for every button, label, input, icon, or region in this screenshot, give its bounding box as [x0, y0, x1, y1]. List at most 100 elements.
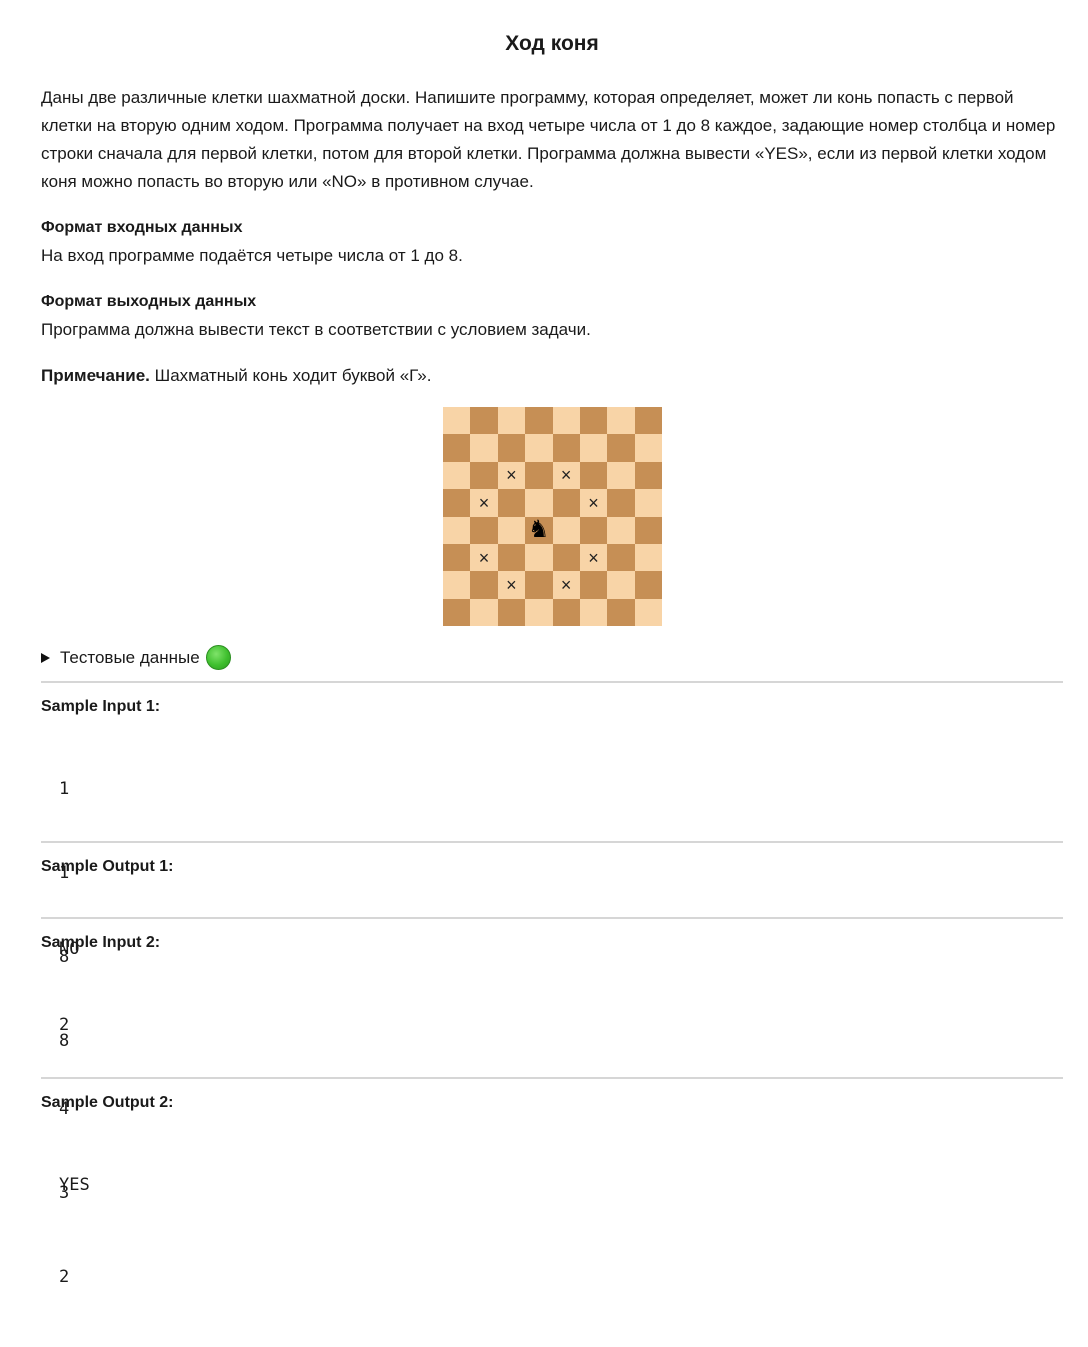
- board-square: [552, 489, 580, 517]
- sample-block: YES: [59, 1115, 100, 1255]
- board-square: [443, 434, 471, 462]
- board-square: [634, 407, 662, 435]
- board-square: [470, 461, 498, 490]
- sample-line: 2: [59, 1015, 70, 1035]
- green-circle-icon: [205, 645, 231, 670]
- cross-icon: ×: [478, 492, 490, 513]
- board-square: [443, 571, 471, 599]
- test-data-label: Тестовые данные: [60, 647, 200, 667]
- board-square: [634, 516, 662, 544]
- test-data-toggle[interactable]: Тестовые данные: [41, 645, 231, 670]
- board-square: [607, 571, 635, 599]
- chess-board: × × × × ♞ × × × ×: [443, 407, 662, 626]
- note: Примечание. Шахматный конь ходит буквой …: [41, 364, 431, 388]
- sample-title: Sample Input 2:: [41, 934, 161, 951]
- board-square: [552, 434, 580, 462]
- board-square: [470, 407, 498, 435]
- board-square: [552, 407, 580, 435]
- board-square: ×: [470, 489, 498, 517]
- board-square: ×: [470, 543, 498, 572]
- board-square: [634, 598, 662, 626]
- board-square: [634, 434, 662, 462]
- board-square: [634, 489, 662, 517]
- board-square: [497, 434, 526, 462]
- board-square: [525, 489, 553, 517]
- cross-icon: ×: [506, 465, 517, 486]
- sample-line: 2: [59, 1267, 70, 1287]
- input-format-text: На вход программе подаётся четыре числа …: [41, 246, 463, 265]
- board-square: [497, 516, 526, 544]
- board-square: [579, 516, 608, 544]
- board-square: [552, 543, 580, 572]
- board-square: ×: [552, 571, 580, 599]
- board-square: [443, 407, 471, 435]
- board-square: [525, 461, 553, 490]
- board-square: [497, 489, 526, 517]
- board-square: [579, 434, 608, 462]
- board-square: [470, 434, 498, 462]
- sample-title: Sample Input 1:: [41, 698, 161, 715]
- board-square: ♞: [525, 516, 553, 544]
- board-square: ×: [579, 543, 608, 572]
- board-square: [579, 407, 608, 435]
- board-square: [443, 461, 471, 490]
- board-square: [443, 598, 471, 626]
- cross-icon: ×: [560, 465, 572, 486]
- board-square: [607, 598, 635, 626]
- board-square: [497, 543, 526, 572]
- problem-statement: Даны две различные клетки шахматной доск…: [41, 88, 1056, 191]
- board-square: [607, 489, 635, 517]
- board-square: ×: [579, 489, 608, 517]
- board-square: [607, 434, 635, 462]
- board-square: [443, 543, 471, 572]
- sample-line: 1: [59, 779, 70, 799]
- board-square: [470, 598, 498, 626]
- board-square: [579, 571, 608, 599]
- input-format-title: Формат входных данных: [41, 219, 243, 236]
- divider: [41, 917, 1063, 919]
- board-square: ×: [497, 461, 526, 490]
- output-format-text: Программа должна вывести текст в соответ…: [41, 320, 591, 339]
- chess-knight-icon: ♞: [528, 516, 550, 544]
- board-square: [634, 571, 662, 599]
- board-square: [579, 461, 608, 490]
- sample-line: YES: [59, 1175, 90, 1195]
- cross-icon: ×: [588, 547, 599, 568]
- board-square: [634, 461, 662, 490]
- board-square: [525, 543, 553, 572]
- board-square: [497, 407, 526, 435]
- divider: [41, 1077, 1063, 1079]
- cross-icon: ×: [560, 574, 572, 595]
- page-title: Ход коня: [505, 32, 599, 55]
- cross-icon: ×: [588, 492, 599, 513]
- board-square: [634, 543, 662, 572]
- board-square: [443, 489, 471, 517]
- board-square: [443, 516, 471, 544]
- cross-icon: ×: [506, 574, 517, 595]
- board-square: [552, 598, 580, 626]
- board-square: [607, 461, 635, 490]
- sample-title: Sample Output 2:: [41, 1094, 174, 1111]
- sample-title: Sample Output 1:: [41, 858, 174, 875]
- board-square: ×: [552, 461, 580, 490]
- board-square: [525, 434, 553, 462]
- output-format-title: Формат выходных данных: [41, 293, 257, 310]
- board-square: [470, 516, 498, 544]
- disclosure-triangle-icon: [41, 652, 50, 663]
- board-square: [607, 543, 635, 572]
- board-square: [579, 598, 608, 626]
- note-label: Примечание.: [41, 366, 150, 385]
- divider: [41, 681, 1063, 683]
- board-square: [607, 516, 635, 544]
- board-square: [497, 598, 526, 626]
- board-square: [525, 571, 553, 599]
- board-square: [525, 598, 553, 626]
- board-square: [470, 571, 498, 599]
- cross-icon: ×: [478, 547, 490, 568]
- board-square: [607, 407, 635, 435]
- board-square: ×: [497, 571, 526, 599]
- board-square: [552, 516, 580, 544]
- board-square: [525, 407, 553, 435]
- divider: [41, 841, 1063, 843]
- note-text: Шахматный конь ходит буквой «Г».: [149, 366, 432, 385]
